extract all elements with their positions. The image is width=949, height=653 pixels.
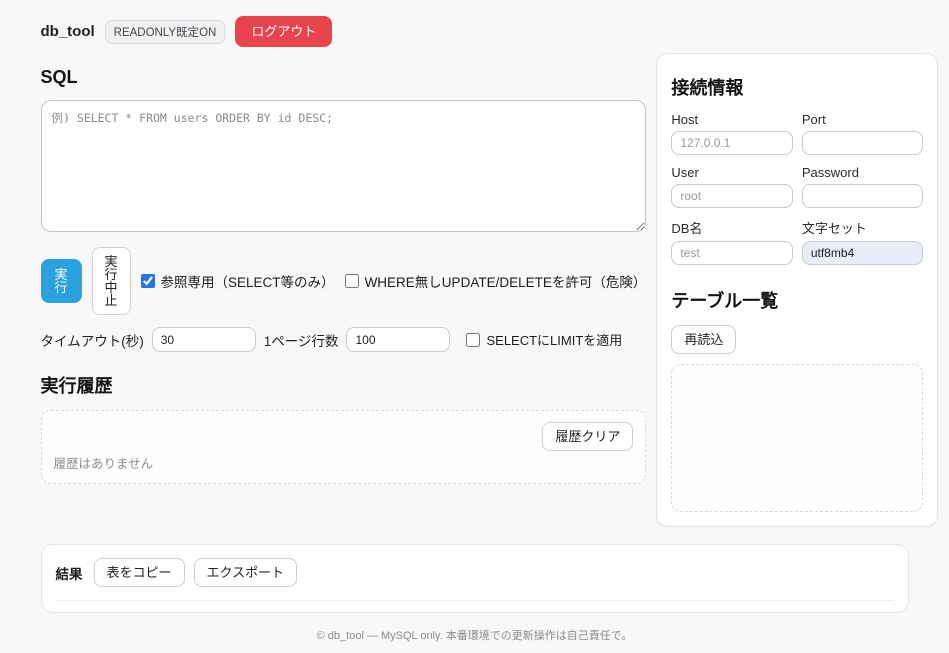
dbname-label: DB名 [671,218,793,237]
dbname-field[interactable] [671,241,793,265]
password-label: Password [802,165,924,180]
stop-button[interactable]: 実行中止 [92,247,131,315]
connection-form: Host Port User Password DB名 [671,112,923,265]
unsafe-checkbox-label[interactable]: WHERE無しUPDATE/DELETEを許可（危険） [345,271,647,291]
host-field[interactable] [671,131,793,155]
page-rows-input[interactable] [346,327,450,352]
timeout-input[interactable] [152,327,256,352]
app-title: db_tool [41,23,95,40]
user-field[interactable] [671,184,793,208]
host-label: Host [671,112,793,127]
sql-input[interactable] [41,100,647,232]
page-rows-label: 1ページ行数 [264,330,339,350]
port-label: Port [802,112,924,127]
tables-reload-button[interactable]: 再読込 [671,325,736,354]
results-divider [56,600,894,601]
tables-list-panel [671,364,923,512]
sql-controls-row: 実行 実行中止 参照専用（SELECT等のみ） WHERE無しUPDATE/DE… [41,247,647,315]
results-heading: 結果 [56,563,83,583]
readonly-checkbox[interactable] [141,274,155,288]
footer-text: © db_tool — MySQL only. 本番環境での更新操作は自己責任で… [41,627,909,643]
charset-label: 文字セット [802,218,924,237]
tables-heading: テーブル一覧 [671,287,923,313]
charset-field[interactable] [802,241,924,265]
user-label: User [671,165,793,180]
connection-heading: 接続情報 [671,74,923,100]
left-column: SQL 実行 実行中止 参照専用（SELECT等のみ） WHERE無しUPDAT… [41,53,647,484]
port-field[interactable] [802,131,924,155]
sql-heading: SQL [41,67,647,88]
top-bar: db_tool READONLY既定ON ログアウト [41,16,909,47]
page-container: db_tool READONLY既定ON ログアウト SQL 実行 実行中止 参… [41,0,909,643]
right-panel: 接続情報 Host Port User Password [656,53,938,527]
logout-button[interactable]: ログアウト [235,16,332,47]
readonly-checkbox-label[interactable]: 参照専用（SELECT等のみ） [141,271,335,291]
limit-checkbox-label[interactable]: SELECTにLIMITを適用 [466,330,622,349]
sql-options-row: タイムアウト(秒) 1ページ行数 SELECTにLIMITを適用 [41,327,647,352]
timeout-label: タイムアウト(秒) [41,330,144,350]
run-button[interactable]: 実行 [41,259,82,303]
export-button[interactable]: エクスポート [194,558,298,587]
history-empty-text: 履歴はありません [54,453,634,472]
history-heading: 実行履歴 [41,372,647,398]
readonly-badge: READONLY既定ON [105,20,226,44]
results-panel: 結果 表をコピー エクスポート [41,544,909,613]
copy-table-button[interactable]: 表をコピー [94,558,185,587]
limit-checkbox[interactable] [466,333,480,347]
password-field[interactable] [802,184,924,208]
unsafe-checkbox[interactable] [345,274,359,288]
history-panel: 履歴クリア 履歴はありません [41,410,647,484]
main-columns: SQL 実行 実行中止 参照専用（SELECT等のみ） WHERE無しUPDAT… [41,53,909,527]
history-clear-button[interactable]: 履歴クリア [542,422,633,451]
